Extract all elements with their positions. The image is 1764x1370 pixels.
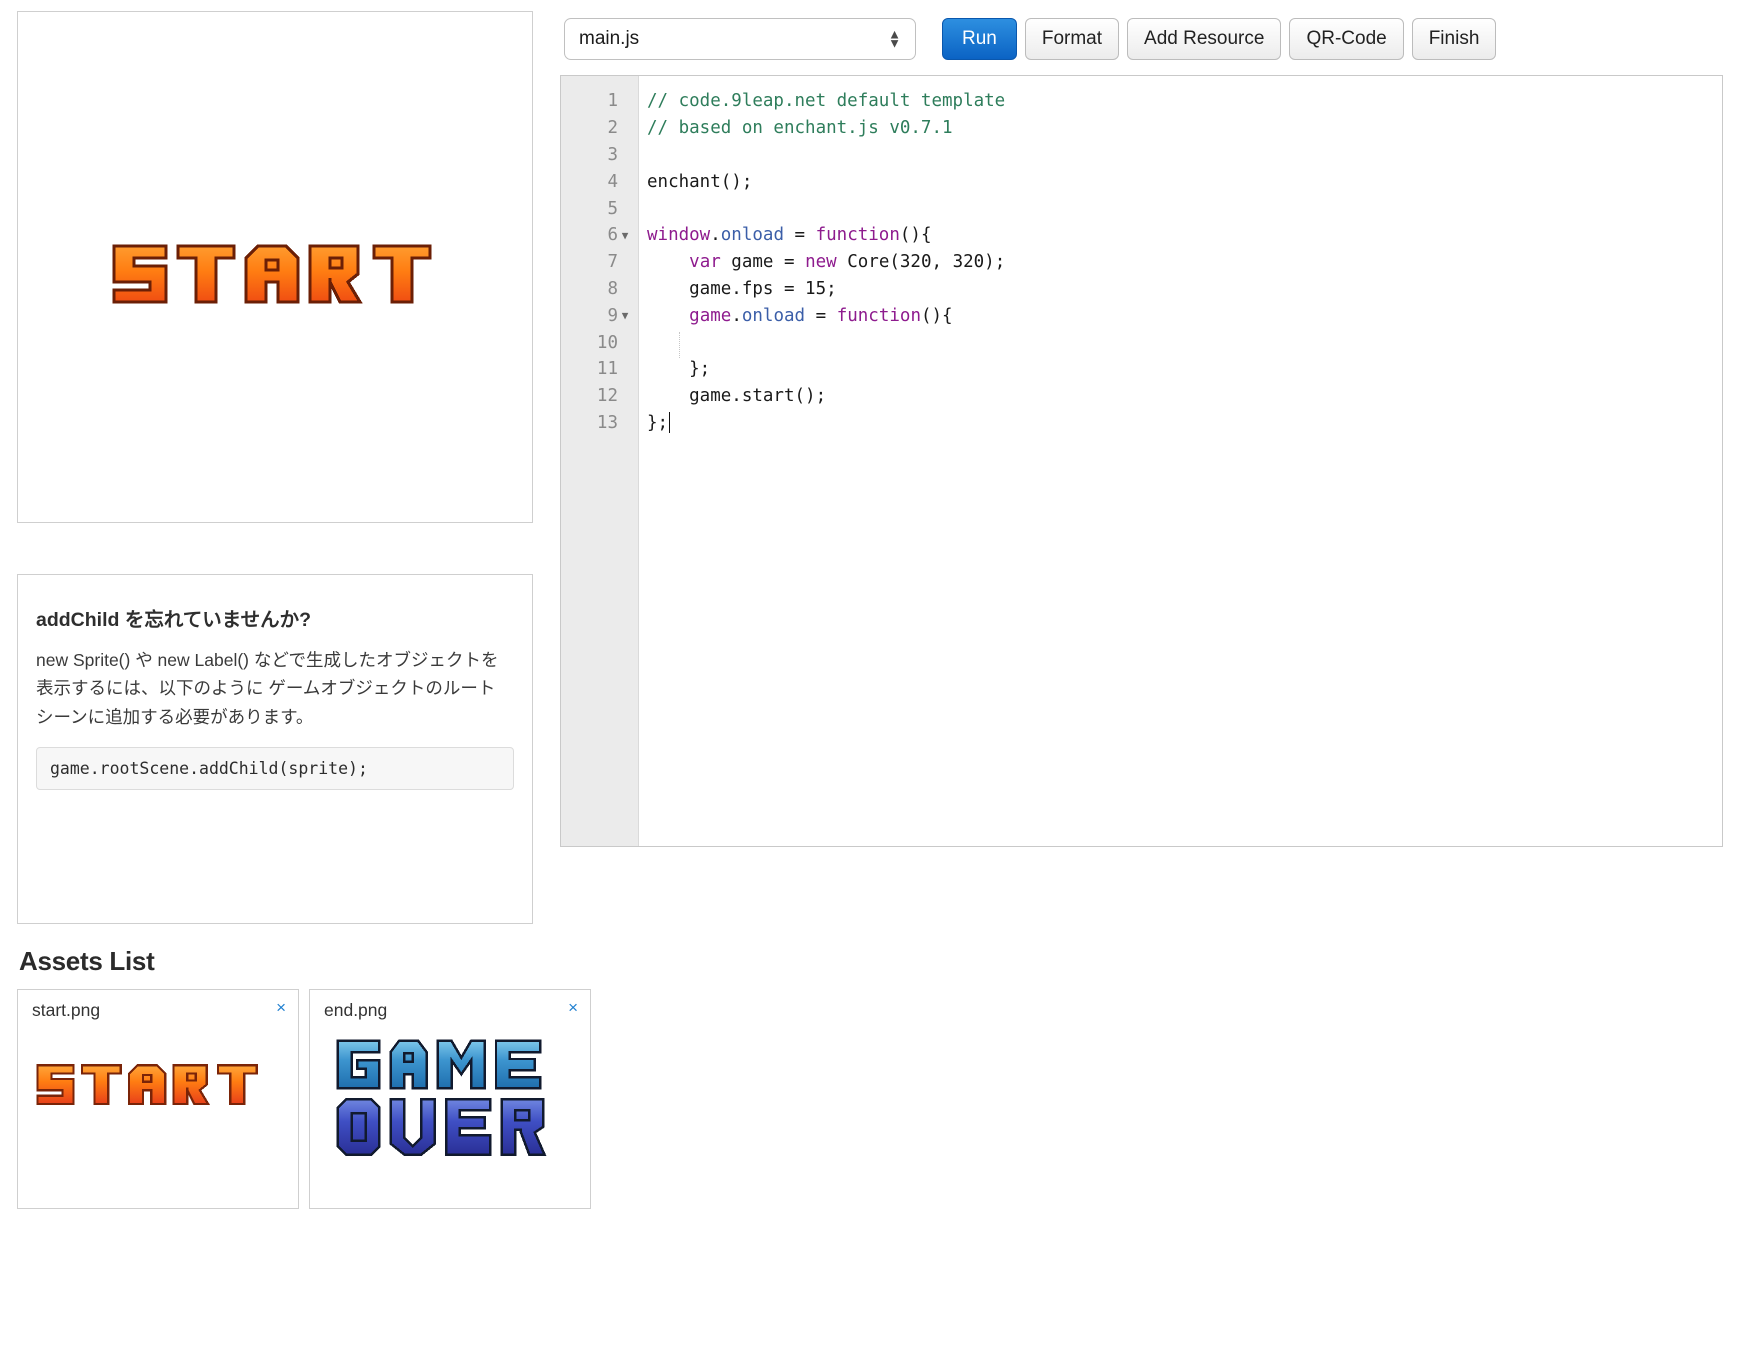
line-number: 2 [607, 118, 618, 139]
help-panel: addChild を忘れていませんか? new Sprite() や new L… [17, 574, 533, 924]
chevron-updown-icon: ▲ ▼ [888, 26, 901, 51]
code-line-7: var game = new Core(320, 320); [689, 252, 1006, 273]
code-line: var game = new Core(320, 320); [647, 249, 1722, 276]
code-line: window.onload = function(){ [647, 222, 1722, 249]
assets-list: start.png × end.png × [17, 989, 591, 1209]
right-column: main.js ▲ ▼ Run Format Add Resource QR-Co… [560, 11, 1750, 847]
asset-remove-icon[interactable]: × [568, 999, 578, 1016]
add-resource-button[interactable]: Add Resource [1127, 18, 1282, 60]
code-line: }; [647, 359, 711, 380]
code-line-9: game.onload = function(){ [689, 305, 953, 326]
code-line-6: window.onload = function(){ [647, 225, 932, 246]
assets-list-heading: Assets List [19, 946, 155, 976]
asset-filename: start.png [32, 1000, 101, 1020]
asset-thumbnail-start [32, 1027, 286, 1177]
help-code-snippet: game.rootScene.addChild(sprite); [36, 747, 514, 791]
code-line: }; [647, 412, 671, 434]
line-number: 4 [607, 171, 618, 192]
code-line: // based on enchant.js v0.7.1 [647, 118, 953, 139]
line-number: 11 [596, 359, 618, 380]
format-button[interactable]: Format [1024, 18, 1120, 60]
line-number: 5 [607, 198, 618, 219]
file-select[interactable]: main.js ▲ ▼ [564, 18, 916, 60]
asset-filename: end.png [324, 1000, 388, 1020]
code-editor[interactable]: 1 2 3 4 5 6 ▼ 7 8 9 ▼ 10 11 12 13 // code.… [560, 75, 1723, 847]
game-preview-canvas[interactable] [17, 11, 533, 523]
line-number: 12 [596, 386, 618, 407]
fold-arrow-icon[interactable]: ▼ [618, 309, 632, 322]
finish-button[interactable]: Finish [1411, 18, 1497, 60]
file-select-value: main.js [579, 28, 640, 49]
code-line: // code.9leap.net default template [647, 91, 1006, 112]
asset-card-end[interactable]: end.png × [309, 989, 591, 1209]
line-number: 8 [607, 278, 618, 299]
run-button[interactable]: Run [942, 18, 1017, 60]
code-text-area[interactable]: // code.9leap.net default template // ba… [639, 76, 1722, 846]
text-cursor [669, 412, 671, 434]
asset-card-start[interactable]: start.png × [17, 989, 299, 1209]
help-body-text: new Sprite() や new Label() などで生成したオブジェクト… [36, 650, 499, 727]
line-number: 13 [596, 412, 618, 433]
asset-thumbnail-end [324, 1027, 578, 1177]
asset-remove-icon[interactable]: × [276, 999, 286, 1016]
fold-arrow-icon[interactable]: ▼ [618, 229, 632, 242]
qr-code-button[interactable]: QR-Code [1289, 18, 1404, 60]
code-line: game.onload = function(){ [647, 302, 1722, 329]
line-number-gutter: 1 2 3 4 5 6 ▼ 7 8 9 ▼ 10 11 12 13 [561, 76, 639, 846]
line-number-foldable: 9 ▼ [561, 302, 638, 329]
code-line: enchant(); [647, 171, 753, 192]
line-number-foldable: 6 ▼ [561, 222, 638, 249]
preview-start-image [106, 234, 478, 314]
line-number: 7 [607, 252, 618, 273]
left-column: addChild を忘れていませんか? new Sprite() や new L… [17, 11, 591, 1209]
editor-toolbar: main.js ▲ ▼ Run Format Add Resource QR-Co… [560, 11, 1750, 67]
code-line: game.start(); [647, 386, 827, 407]
indent-guide [679, 332, 680, 358]
line-number: 10 [596, 332, 618, 353]
code-line: game.fps = 15; [647, 276, 1722, 303]
code-line-8: game.fps = 15; [647, 278, 837, 299]
line-number: 3 [607, 144, 618, 165]
help-title: addChild を忘れていませんか? [36, 609, 312, 631]
line-number: 1 [607, 91, 618, 112]
